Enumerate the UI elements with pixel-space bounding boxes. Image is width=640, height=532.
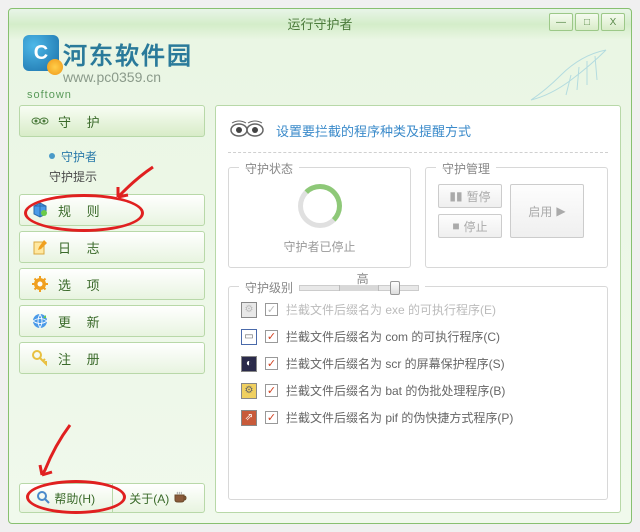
- pause-label: 暂停: [467, 188, 491, 205]
- main-title: 设置要拦截的程序种类及提醒方式: [276, 121, 471, 140]
- rule-exe: ⚙ ✓ 拦截文件后缀名为 exe 的可执行程序(E): [241, 301, 595, 318]
- key-icon: [30, 348, 50, 368]
- sub-label: 守护提示: [49, 168, 97, 185]
- run-button[interactable]: 启用 ▶: [510, 184, 584, 238]
- eyes-large-icon: [228, 118, 266, 142]
- rule-scr: ◐ ✓ 拦截文件后缀名为 scr 的屏幕保护程序(S): [241, 355, 595, 372]
- run-label: 启用: [528, 203, 552, 220]
- sub-guardian[interactable]: 守护者: [49, 146, 205, 166]
- rule-text: 拦截文件后缀名为 exe 的可执行程序(E): [286, 301, 496, 318]
- rule-text: 拦截文件后缀名为 bat 的伪批处理程序(B): [286, 382, 505, 399]
- checkbox[interactable]: ✓: [265, 384, 278, 397]
- manage-panel: 守护管理 ▮▮暂停 ■停止 启用▶: [425, 167, 608, 268]
- manage-col-left: ▮▮ 暂停 ■ 停止: [438, 184, 502, 238]
- feather-decoration: [521, 45, 611, 105]
- spacer: [19, 379, 205, 483]
- status-legend: 守护状态: [239, 160, 299, 177]
- sub-guard-tip[interactable]: 守护提示: [49, 166, 205, 186]
- nav-label: 守 护: [58, 112, 106, 131]
- minimize-button[interactable]: —: [549, 13, 573, 31]
- stop-icon: ■: [452, 219, 459, 233]
- main-panel: 设置要拦截的程序种类及提醒方式 守护状态 守护者已停止 守护管理 ▮▮ 暂停 ■: [215, 105, 621, 513]
- nav-guard-subitems: 守护者 守护提示: [19, 142, 205, 194]
- nav-logs[interactable]: 日 志: [19, 231, 205, 263]
- exe-icon: ⚙: [241, 302, 257, 318]
- nav-label: 日 志: [58, 238, 106, 257]
- cup-icon: [173, 490, 187, 507]
- status-panel: 守护状态 守护者已停止: [228, 167, 411, 268]
- level-handle[interactable]: [390, 281, 400, 295]
- checkbox[interactable]: ✓: [265, 303, 278, 316]
- header: C 河东软件园 www.pc0359.cn softown: [9, 37, 631, 99]
- eyes-icon: [30, 111, 50, 131]
- main-header: 设置要拦截的程序种类及提醒方式: [228, 118, 608, 153]
- nav-options[interactable]: 选 项: [19, 268, 205, 300]
- stop-label: 停止: [464, 218, 488, 235]
- sidebar: 守 护 守护者 守护提示 规 则 日 志 选 项 更 新: [19, 105, 205, 513]
- app-window: 运行守护者 — □ X C 河东软件园 www.pc0359.cn softow…: [8, 8, 632, 524]
- level-legend-text: 守护级别: [245, 279, 293, 296]
- rule-bat: ⚙ ✓ 拦截文件后缀名为 bat 的伪批处理程序(B): [241, 382, 595, 399]
- nav-label: 更 新: [58, 312, 106, 331]
- magnifier-icon: [36, 490, 50, 507]
- rule-text: 拦截文件后缀名为 pif 的伪快捷方式程序(P): [286, 409, 513, 426]
- globe-icon: [30, 311, 50, 331]
- nav-update[interactable]: 更 新: [19, 305, 205, 337]
- level-legend: 守护级别 高: [239, 279, 425, 296]
- maximize-button[interactable]: □: [575, 13, 599, 31]
- rule-com: ▭ ✓ 拦截文件后缀名为 com 的可执行程序(C): [241, 328, 595, 345]
- brand-tag: softown: [27, 89, 193, 101]
- branding: C 河东软件园 www.pc0359.cn softown: [23, 35, 193, 101]
- help-label: 帮助(H): [54, 490, 95, 507]
- brand-url: www.pc0359.cn: [63, 69, 193, 85]
- nav-label: 规 则: [58, 201, 106, 220]
- checkbox[interactable]: ✓: [265, 357, 278, 370]
- rule-text: 拦截文件后缀名为 com 的可执行程序(C): [286, 328, 500, 345]
- nav-guard[interactable]: 守 护: [19, 105, 205, 137]
- panels-row: 守护状态 守护者已停止 守护管理 ▮▮暂停 ■停止 启用▶: [228, 167, 608, 268]
- bullet-icon: [49, 153, 55, 159]
- pause-button[interactable]: ▮▮ 暂停: [438, 184, 502, 208]
- com-icon: ▭: [241, 329, 257, 345]
- pause-icon: ▮▮: [449, 189, 462, 203]
- logo-icon: C: [23, 35, 59, 71]
- nav-register[interactable]: 注 册: [19, 342, 205, 374]
- gear-icon: [30, 274, 50, 294]
- spinner-icon: [298, 184, 342, 228]
- checkbox[interactable]: ✓: [265, 330, 278, 343]
- scr-icon: ◐: [241, 356, 257, 372]
- brand-name: 河东软件园: [63, 36, 193, 71]
- rule-list: ⚙ ✓ 拦截文件后缀名为 exe 的可执行程序(E) ▭ ✓ 拦截文件后缀名为 …: [241, 301, 595, 426]
- manage-body: ▮▮ 暂停 ■ 停止 启用 ▶: [438, 178, 595, 238]
- window-buttons: — □ X: [549, 13, 625, 31]
- rule-text: 拦截文件后缀名为 scr 的屏幕保护程序(S): [286, 355, 505, 372]
- level-slider[interactable]: 高: [299, 285, 419, 291]
- nav-rules[interactable]: 规 则: [19, 194, 205, 226]
- sub-label: 守护者: [61, 148, 97, 165]
- manage-legend: 守护管理: [436, 160, 496, 177]
- bat-icon: ⚙: [241, 383, 257, 399]
- rule-pif: ⇗ ✓ 拦截文件后缀名为 pif 的伪快捷方式程序(P): [241, 409, 595, 426]
- level-panel: 守护级别 高 ⚙ ✓ 拦截文件后缀名为 exe 的可执行程序(E) ▭: [228, 286, 608, 500]
- close-button[interactable]: X: [601, 13, 625, 31]
- checkbox[interactable]: ✓: [265, 411, 278, 424]
- content: 守 护 守护者 守护提示 规 则 日 志 选 项 更 新: [9, 99, 631, 523]
- pif-icon: ⇗: [241, 410, 257, 426]
- level-mark-high: 高: [357, 270, 369, 287]
- play-icon: ▶: [556, 204, 565, 218]
- cube-icon: [30, 200, 50, 220]
- status-body: 守护者已停止: [241, 178, 398, 255]
- nav-label: 注 册: [58, 349, 106, 368]
- stop-button[interactable]: ■ 停止: [438, 214, 502, 238]
- help-button[interactable]: 帮助(H): [19, 483, 113, 513]
- about-button[interactable]: 关于(A): [113, 483, 206, 513]
- about-label: 关于(A): [129, 490, 169, 507]
- window-title: 运行守护者: [287, 14, 352, 33]
- nav-label: 选 项: [58, 275, 106, 294]
- bottom-tabs: 帮助(H) 关于(A): [19, 483, 205, 513]
- titlebar: 运行守护者 — □ X: [9, 9, 631, 37]
- status-text: 守护者已停止: [283, 238, 355, 255]
- note-icon: [30, 237, 50, 257]
